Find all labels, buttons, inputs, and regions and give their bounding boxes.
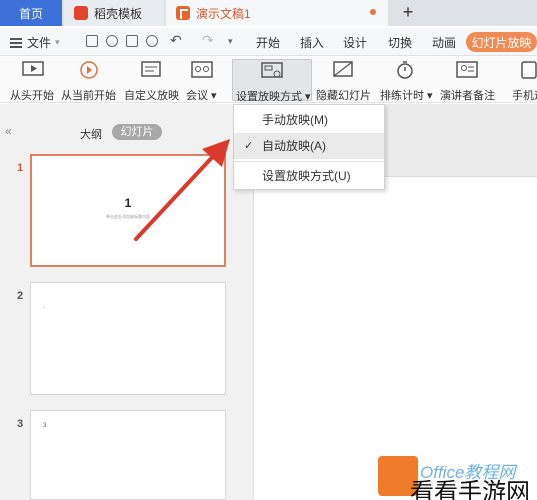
slide-number: 3 xyxy=(17,418,24,430)
watermark-site: 看看手游网 xyxy=(410,478,530,500)
customize-icon[interactable]: ▾ xyxy=(228,36,233,47)
phone-icon xyxy=(521,61,537,79)
slide-text: 3 xyxy=(43,423,47,429)
meeting-icon xyxy=(191,61,213,78)
menu-design[interactable]: 设计 xyxy=(343,34,367,51)
tab-bar: 首页 稻壳模板 演示文稿1 + xyxy=(0,0,537,26)
rehearse-label: 排练计时 ▾ xyxy=(380,90,433,102)
tab-template-label: 稻壳模板 xyxy=(94,6,143,21)
setup-show-label: 设置放映方式 ▾ xyxy=(236,91,311,103)
hamburger-icon xyxy=(10,37,22,48)
presenter-notes-icon xyxy=(456,61,478,78)
from-current-button[interactable]: 从当前开始 xyxy=(60,59,122,102)
custom-show-icon xyxy=(141,61,161,77)
tab-document[interactable]: 演示文稿1 xyxy=(166,0,388,26)
docer-logo-icon xyxy=(74,6,88,20)
slide-canvas[interactable] xyxy=(253,176,537,500)
redo-icon[interactable]: ↷ xyxy=(202,32,214,49)
save-icon[interactable] xyxy=(86,35,98,47)
meeting-label: 会议 ▾ xyxy=(186,90,217,102)
stopwatch-icon xyxy=(397,61,413,79)
from-start-button[interactable]: 从头开始 xyxy=(8,59,58,102)
presenter-notes-button[interactable]: 演讲者备注 xyxy=(438,59,496,102)
preview-icon[interactable] xyxy=(146,35,158,47)
slide-text: · xyxy=(43,305,45,311)
rehearse-button[interactable]: 排练计时 ▾ xyxy=(378,59,434,102)
hide-slide-icon xyxy=(333,61,353,77)
tab-outline[interactable]: 大纲 xyxy=(80,126,102,142)
presenter-notes-label: 演讲者备注 xyxy=(440,90,495,102)
dropdown-divider xyxy=(234,161,384,162)
tab-home-label: 首页 xyxy=(18,6,43,21)
hide-slide-button[interactable]: 隐藏幻灯片 xyxy=(316,59,372,102)
menu-animation[interactable]: 动画 xyxy=(432,34,456,51)
phone-remote-button[interactable]: 手机遥 xyxy=(504,59,537,102)
from-start-label: 从头开始 xyxy=(10,90,54,102)
file-menu-label: 文件 xyxy=(27,36,52,50)
setup-show-option[interactable]: 设置放映方式(U) xyxy=(234,163,384,189)
presentation-icon xyxy=(176,6,190,20)
hide-slide-label: 隐藏幻灯片 xyxy=(316,90,371,102)
menu-insert[interactable]: 插入 xyxy=(300,34,324,51)
chevron-down-icon: ▾ xyxy=(55,37,60,47)
menu-transition[interactable]: 切换 xyxy=(388,34,412,51)
menu-slideshow[interactable]: 幻灯片放映 xyxy=(466,32,537,52)
auto-show-label: 自动放映(A) xyxy=(262,139,326,153)
menu-bar: 文件 ▾ ↶ ↷ ▾ 开始 插入 设计 切换 动画 幻灯片放映 xyxy=(0,28,537,56)
setup-show-button[interactable]: 设置放映方式 ▾ xyxy=(232,59,312,103)
custom-show-label: 自定义放映 xyxy=(124,90,179,102)
checkmark-icon: ✓ xyxy=(244,140,254,152)
undo-icon[interactable]: ↶ xyxy=(170,32,182,49)
phone-remote-label: 手机遥 xyxy=(512,90,537,102)
from-current-label: 从当前开始 xyxy=(61,90,116,102)
tab-template[interactable]: 稻壳模板 xyxy=(64,0,164,26)
file-menu[interactable]: 文件 ▾ xyxy=(10,34,60,51)
monitor-play-icon xyxy=(22,61,44,76)
annotation-arrow-icon xyxy=(134,139,230,241)
collapse-panel-button[interactable]: « xyxy=(5,124,12,138)
slide-number: 1 xyxy=(17,162,24,174)
manual-show-label: 手动放映(M) xyxy=(262,113,328,127)
ribbon: 从头开始 从当前开始 自定义放映 会议 ▾ 设置放映方式 ▾ 隐藏幻灯片 排练计… xyxy=(0,57,537,103)
menu-home[interactable]: 开始 xyxy=(256,34,280,51)
export-icon[interactable] xyxy=(106,35,118,47)
slide-thumbnail-2[interactable]: · xyxy=(30,282,226,395)
print-icon[interactable] xyxy=(126,35,138,47)
tab-home[interactable]: 首页 xyxy=(0,0,62,26)
slide-thumbnail-3[interactable]: 3 xyxy=(30,410,226,500)
manual-show-option[interactable]: 手动放映(M) xyxy=(234,107,384,133)
setup-show-icon xyxy=(261,62,283,78)
meeting-button[interactable]: 会议 ▾ xyxy=(185,59,221,102)
setup-show-option-label: 设置放映方式(U) xyxy=(262,169,351,183)
unsaved-dot-icon xyxy=(370,9,376,15)
slide-number: 2 xyxy=(17,290,24,302)
tab-document-label: 演示文稿1 xyxy=(196,6,251,21)
new-tab-button[interactable]: + xyxy=(398,0,418,26)
play-circle-icon xyxy=(80,61,98,79)
custom-show-button[interactable]: 自定义放映 xyxy=(124,59,180,102)
auto-show-option[interactable]: ✓ 自动放映(A) xyxy=(234,133,384,159)
setup-show-dropdown: 手动放映(M) ✓ 自动放映(A) 设置放映方式(U) xyxy=(233,104,385,190)
